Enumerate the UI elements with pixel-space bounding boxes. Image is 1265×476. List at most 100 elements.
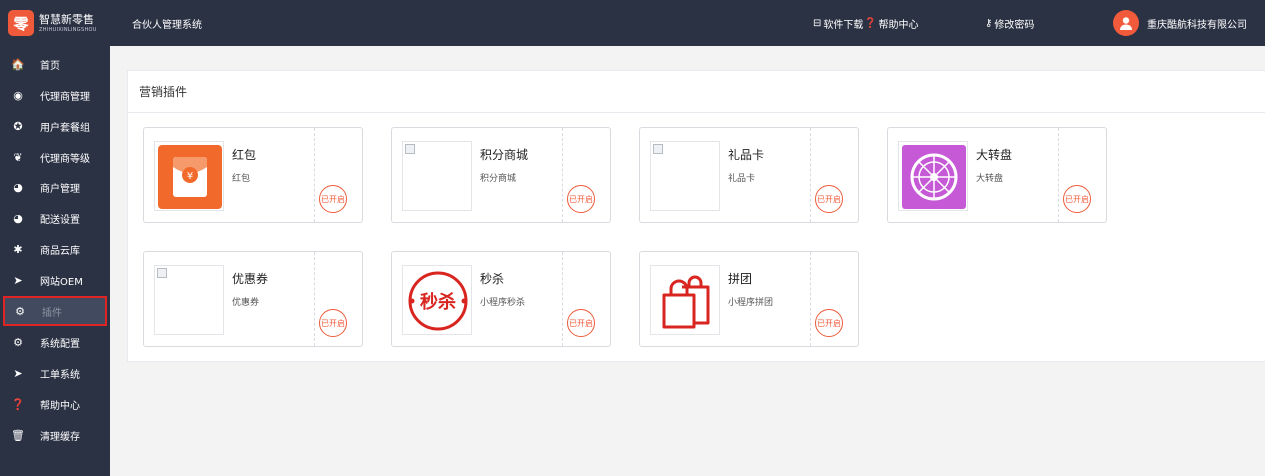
download-link[interactable]: ⊟ 软件下载 — [813, 16, 863, 31]
sidebar-item-home[interactable]: 🏠 首页 — [0, 49, 110, 79]
broken-image-icon — [653, 144, 663, 154]
plugin-card-red-envelope[interactable]: ¥ 红包 红包 已开启 — [143, 127, 363, 223]
paw-icon: ❦ — [13, 150, 23, 164]
sidebar: 🏠 首页 ◉ 代理商管理 ✪ 用户套餐组 ❦ 代理商等级 ◕ 商户管理 ◕ 配送… — [0, 46, 110, 476]
sidebar-item-label: 商品云库 — [40, 245, 80, 257]
plugin-card-coupon[interactable]: 优惠券 优惠券 已开启 — [143, 251, 363, 347]
plugin-thumbnail: ¥ — [154, 141, 224, 211]
download-icon: ⊟ — [813, 18, 822, 29]
sidebar-item-ticket-system[interactable]: ➤ 工单系统 — [0, 358, 110, 388]
logo-mark-icon: 零 — [8, 10, 34, 36]
change-password-label: 修改密码 — [994, 20, 1035, 31]
asterisk-icon: ✱ — [13, 242, 23, 256]
plugin-name: 积分商城 — [480, 148, 529, 162]
card-divider — [314, 252, 315, 346]
avatar[interactable] — [1113, 10, 1139, 36]
plugin-thumbnail — [402, 141, 472, 211]
logo-name: 智慧新零售 — [39, 12, 94, 26]
settings-icon: ✪ — [13, 119, 23, 133]
sidebar-item-help-center[interactable]: ❓ 帮助中心 — [0, 389, 110, 419]
sidebar-item-label: 插件 — [42, 307, 62, 319]
sidebar-item-website-oem[interactable]: ➤ 网站OEM — [0, 265, 110, 295]
sidebar-item-system-config[interactable]: ⚙ 系统配置 — [0, 327, 110, 357]
sidebar-item-label: 代理商等级 — [40, 153, 90, 165]
sidebar-item-user-packages[interactable]: ✪ 用户套餐组 — [0, 111, 110, 141]
broken-image-icon — [405, 144, 415, 154]
sidebar-item-label: 网站OEM — [40, 276, 83, 288]
company-name[interactable]: 重庆酷航科技有限公司 — [1147, 16, 1247, 31]
sidebar-item-merchant-management[interactable]: ◕ 商户管理 — [0, 172, 110, 202]
status-badge[interactable]: 已开启 — [815, 185, 843, 213]
logo-text: 智慧新零售 ZHIHUIXINLINGSHOU — [39, 14, 97, 33]
plugin-thumbnail — [650, 141, 720, 211]
user-circle-icon: ◕ — [13, 211, 23, 225]
sidebar-item-agent-management[interactable]: ◉ 代理商管理 — [0, 80, 110, 110]
card-divider — [1058, 128, 1059, 222]
panel-title: 营销插件 — [128, 71, 1265, 113]
sidebar-item-clear-cache[interactable]: 🗑 清理缓存 — [0, 420, 110, 450]
svg-text:¥: ¥ — [187, 171, 193, 182]
help-link[interactable]: ❓ 帮助中心 — [864, 16, 918, 31]
status-badge[interactable]: 已开启 — [319, 185, 347, 213]
sidebar-item-delivery-settings[interactable]: ◕ 配送设置 — [0, 203, 110, 233]
plugin-description: 积分商城 — [480, 174, 517, 184]
compass-icon: ◉ — [13, 88, 23, 102]
user-icon — [1120, 17, 1132, 30]
trash-icon: 🗑 — [11, 428, 25, 442]
status-badge[interactable]: 已开启 — [567, 185, 595, 213]
gears-icon: ⚙ — [13, 335, 23, 349]
sidebar-item-label: 帮助中心 — [40, 400, 80, 412]
system-title: 合伙人管理系统 — [132, 20, 202, 31]
status-badge[interactable]: 已开启 — [815, 309, 843, 337]
plugin-name: 秒杀 — [480, 272, 505, 286]
plugin-description: 大转盘 — [976, 174, 1004, 184]
card-divider — [810, 128, 811, 222]
change-password-link[interactable]: ⚷ 修改密码 — [985, 16, 1034, 31]
plugin-thumbnail — [898, 141, 968, 211]
card-divider — [810, 252, 811, 346]
key-icon: ⚷ — [985, 18, 993, 29]
logo-subtitle: ZHIHUIXINLINGSHOU — [39, 26, 97, 33]
sidebar-item-product-cloud[interactable]: ✱ 商品云库 — [0, 234, 110, 264]
plugin-name: 礼品卡 — [728, 148, 765, 162]
sidebar-item-label: 系统配置 — [40, 338, 80, 350]
plugin-description: 礼品卡 — [728, 174, 756, 184]
home-icon: 🏠 — [11, 57, 25, 71]
red-envelope-icon: ¥ — [158, 145, 222, 209]
status-badge[interactable]: 已开启 — [319, 309, 347, 337]
plugin-description: 红包 — [232, 174, 251, 184]
send-icon: ➤ — [13, 273, 23, 287]
sidebar-item-label: 商户管理 — [40, 183, 80, 195]
plugin-name: 大转盘 — [976, 148, 1013, 162]
sidebar-item-label: 代理商管理 — [40, 91, 90, 103]
plugin-thumbnail — [650, 265, 720, 335]
plugin-name: 拼团 — [728, 272, 753, 286]
sidebar-item-agent-levels[interactable]: ❦ 代理商等级 — [0, 142, 110, 172]
sidebar-item-label: 配送设置 — [40, 214, 80, 226]
plugin-card-points-mall[interactable]: 积分商城 积分商城 已开启 — [391, 127, 611, 223]
flash-sale-seal-icon: 秒杀 — [408, 271, 468, 331]
sidebar-item-label: 用户套餐组 — [40, 122, 90, 134]
shopping-bags-icon — [662, 275, 710, 329]
gears-icon: ⚙ — [15, 304, 25, 318]
sidebar-item-plugins[interactable]: ⚙ 插件 — [3, 296, 107, 326]
sidebar-item-label: 工单系统 — [40, 369, 80, 381]
plugin-card-spin-wheel[interactable]: 大转盘 大转盘 已开启 — [887, 127, 1107, 223]
broken-image-icon — [157, 268, 167, 278]
plugin-description: 小程序秒杀 — [480, 298, 526, 308]
status-badge[interactable]: 已开启 — [567, 309, 595, 337]
plugin-description: 小程序拼团 — [728, 298, 774, 308]
user-circle-icon: ◕ — [13, 180, 23, 194]
card-divider — [314, 128, 315, 222]
plugin-card-gift-card[interactable]: 礼品卡 礼品卡 已开启 — [639, 127, 859, 223]
logo[interactable]: 零 智慧新零售 ZHIHUIXINLINGSHOU — [0, 0, 110, 46]
plugin-name: 优惠券 — [232, 272, 269, 286]
card-divider — [562, 128, 563, 222]
status-badge[interactable]: 已开启 — [1063, 185, 1091, 213]
plugin-card-group-buy[interactable]: 拼团 小程序拼团 已开启 — [639, 251, 859, 347]
plugin-description: 优惠券 — [232, 298, 260, 308]
plugin-card-flash-sale[interactable]: 秒杀 秒杀 小程序秒杀 已开启 — [391, 251, 611, 347]
plugin-thumbnail: 秒杀 — [402, 265, 472, 335]
marketing-plugins-panel: 营销插件 ¥ 红包 红包 已开启 积分商城 积分商城 已开启 礼品卡 礼品卡 已… — [127, 70, 1265, 362]
top-bar: 零 智慧新零售 ZHIHUIXINLINGSHOU 合伙人管理系统 ⊟ 软件下载… — [0, 0, 1265, 46]
